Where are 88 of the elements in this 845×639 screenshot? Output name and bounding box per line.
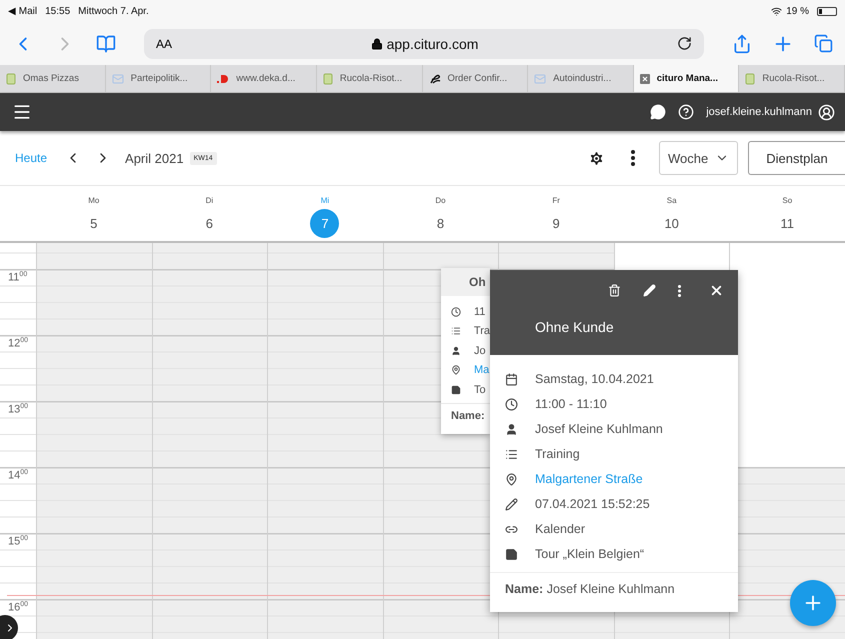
weekday-label: Di <box>206 196 214 205</box>
more-button[interactable] <box>631 150 635 166</box>
wifi-icon <box>771 6 782 16</box>
browser-tab[interactable]: cituro Mana... <box>634 65 740 92</box>
clock-time: 15:55 <box>45 6 70 16</box>
period-title: April 2021 <box>125 150 184 166</box>
event-detail: Samstag, 10.04.2021 <box>535 372 654 386</box>
clock-icon <box>451 306 461 317</box>
settings-button[interactable] <box>588 150 605 166</box>
weekday-label: Sa <box>666 196 677 205</box>
person-icon <box>505 422 518 436</box>
event-detail: Jo <box>474 344 486 357</box>
back-to-app[interactable]: ◀ Mail <box>8 5 38 17</box>
pencil-icon <box>505 498 518 510</box>
page-icon <box>322 72 333 84</box>
day-number[interactable]: 5 <box>79 209 108 238</box>
event-name: Name: Josef Kleine Kuhlmann <box>504 581 676 596</box>
weekday-label: Mi <box>320 196 330 205</box>
event-title: Oh <box>469 275 486 289</box>
mail-icon <box>534 72 546 84</box>
logo-icon <box>217 74 230 84</box>
address-field[interactable]: AA app.cituro.com <box>144 28 704 58</box>
event-detail: Tra <box>474 325 490 338</box>
event-detail: 11:00 - 11:10 <box>535 397 607 411</box>
calendar-icon <box>505 372 518 386</box>
browser-tab[interactable]: Order Confir... <box>422 65 528 92</box>
note-icon <box>451 384 461 395</box>
hour-label: 11$^{00}$ <box>7 270 28 284</box>
day-number[interactable]: 11 <box>772 209 802 238</box>
hour-label: 13$^{00}$ <box>7 402 30 416</box>
event-detail: 07.04.2021 15:52:25 <box>535 497 650 511</box>
list-icon <box>505 448 518 460</box>
day-number[interactable]: 8 <box>426 209 456 238</box>
clock-icon <box>505 398 518 410</box>
reload-button[interactable] <box>677 36 692 51</box>
event-detail: Kalender <box>535 522 586 536</box>
url-text: app.cituro.com <box>386 36 478 52</box>
event-detail: Tour „Klein Belgien“ <box>535 547 644 561</box>
event-detail: Training <box>535 447 580 461</box>
roster-button[interactable]: Dienstplan <box>748 141 845 175</box>
date-text: Mittwoch 7. Apr. <box>78 6 149 16</box>
delete-button[interactable] <box>608 284 621 297</box>
weekday-label: So <box>782 196 792 205</box>
page-icon <box>6 72 16 84</box>
map-pin-icon <box>505 472 518 486</box>
weekday-label: Fr <box>552 196 560 205</box>
hour-label: 16$^{00}$ <box>7 600 30 614</box>
mail-icon <box>112 72 124 84</box>
view-select[interactable]: Woche <box>659 141 738 175</box>
person-icon <box>451 346 461 356</box>
note-icon <box>505 548 518 560</box>
event-detail: 11 <box>474 306 486 318</box>
event-detail: Ma <box>474 364 490 376</box>
battery-icon <box>817 6 837 16</box>
more-button[interactable] <box>678 284 681 296</box>
hour-label: 12$^{00}$ <box>7 336 30 350</box>
user-icon[interactable] <box>818 104 835 120</box>
help-button[interactable] <box>678 104 694 120</box>
day-number[interactable]: 9 <box>542 209 571 238</box>
more-icon <box>678 284 681 296</box>
close-button[interactable] <box>709 283 724 298</box>
list-icon <box>451 326 461 336</box>
day-number[interactable]: 10 <box>657 209 686 238</box>
hour-label: 15$^{00}$ <box>7 534 30 548</box>
bookmarks-button[interactable] <box>96 34 116 54</box>
event-detail: Josef Kleine Kuhlmann <box>535 422 663 436</box>
weekday-label: Mo <box>88 196 100 205</box>
chat-button[interactable] <box>650 104 666 120</box>
hour-label: 14$^{00}$ <box>7 468 30 482</box>
day-number[interactable]: 6 <box>194 209 224 238</box>
event-detail: To <box>474 384 486 396</box>
name-label: Name: <box>450 409 486 422</box>
page-icon <box>745 72 756 84</box>
user-name[interactable]: josef.kleine.kuhlmann <box>706 106 812 118</box>
weekday-label: Do <box>435 196 446 205</box>
battery-percent: 19 % <box>786 6 809 16</box>
more-icon <box>631 150 635 166</box>
text-size-button[interactable]: AA <box>156 36 172 50</box>
lock-icon <box>370 38 383 50</box>
browser-tab[interactable]: Parteipolitik... <box>106 65 212 92</box>
edit-button[interactable] <box>643 284 656 297</box>
share-button[interactable] <box>732 34 752 54</box>
map-pin-icon <box>451 365 461 376</box>
close-box-icon <box>640 74 650 84</box>
event-title: Ohne Kunde <box>535 319 615 335</box>
tabs-button[interactable] <box>814 34 833 53</box>
event-card[interactable]: Oh 11 Tra Jo Ma To Name: <box>441 268 490 434</box>
swirl-icon <box>428 72 440 84</box>
